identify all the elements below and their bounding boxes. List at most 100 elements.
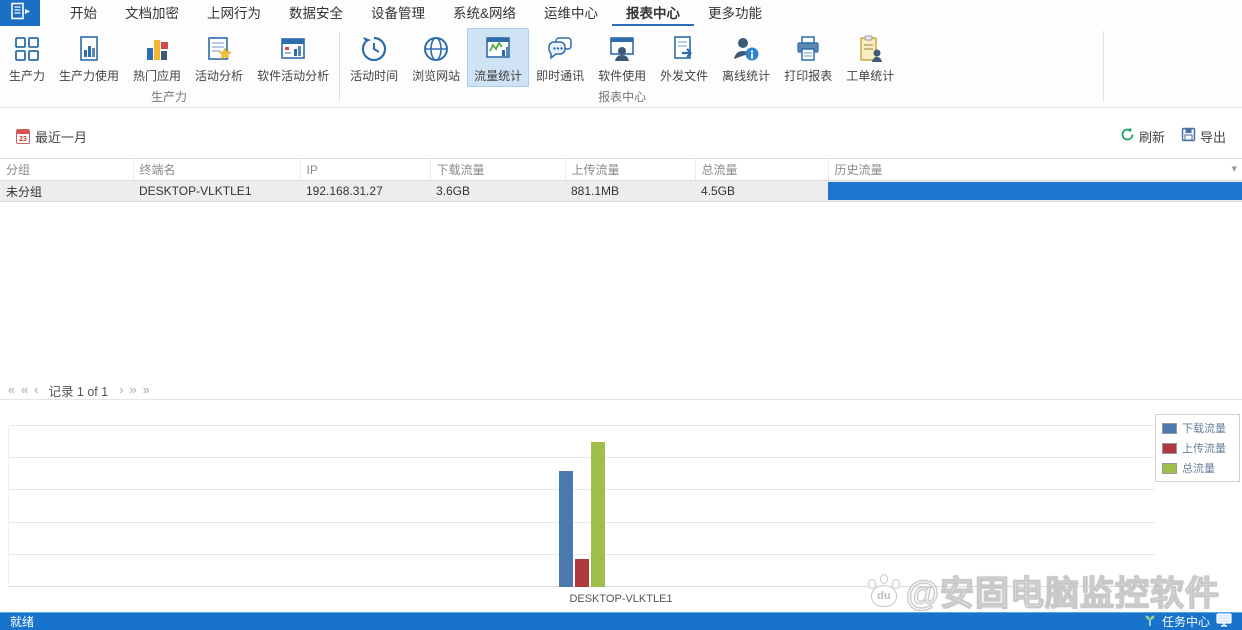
status-bar: 就绪 任务中心	[0, 612, 1242, 630]
task-center-button[interactable]: 任务中心	[1162, 613, 1210, 630]
pager-last-button[interactable]: »	[143, 383, 150, 397]
ribbon-button-label: 活动时间	[350, 69, 399, 83]
window-user-icon	[607, 32, 637, 66]
record-pager: « ‹‹ ‹ 记录 1 of 1 › ›› »	[0, 381, 1242, 400]
ribbon-button-productivity[interactable]: 生产力	[2, 28, 52, 87]
ribbon-button-label: 软件活动分析	[257, 69, 330, 83]
ribbon-button-label: 即时通讯	[536, 69, 585, 83]
legend-swatch-total	[1162, 462, 1177, 474]
column-header-ip[interactable]: IP	[300, 158, 431, 181]
bar-total	[591, 442, 605, 587]
ribbon-button-label: 离线统计	[722, 69, 771, 83]
x-axis-category-label: DESKTOP-VLKTLE1	[569, 593, 673, 605]
tab-system-network[interactable]: 系统&网络	[439, 0, 530, 26]
traffic-bar-chart: DESKTOP-VLKTLE1 下载流量 上传流量 总流量	[0, 400, 1242, 612]
column-header-total[interactable]: 总流量	[695, 158, 829, 181]
tab-internet-behavior[interactable]: 上网行为	[193, 0, 275, 26]
ribbon-button-activity-analysis[interactable]: 活动分析	[188, 28, 250, 87]
legend-item-total: 总流量	[1162, 460, 1233, 476]
status-ready-label: 就绪	[10, 615, 35, 629]
pager-prev-button[interactable]: ‹	[34, 383, 38, 397]
ribbon-button-label: 流量统计	[474, 69, 523, 83]
column-header-upload[interactable]: 上传流量	[565, 158, 696, 181]
table-row[interactable]: 未分组 DESKTOP-VLKTLE1 192.168.31.27 3.6GB …	[0, 180, 1242, 202]
ribbon-button-label: 软件使用	[598, 69, 647, 83]
ribbon-button-label: 生产力使用	[59, 69, 120, 83]
calendar-icon: 23	[16, 128, 30, 144]
ribbon-button-traffic-stats[interactable]: 流量统计	[467, 28, 530, 87]
cell-total: 4.5GB	[695, 180, 828, 202]
clock-history-icon	[359, 32, 389, 66]
refresh-label: 刷新	[1138, 129, 1165, 145]
bar-download	[559, 471, 573, 587]
monitor-icon[interactable]	[1216, 613, 1232, 630]
globe-icon	[421, 32, 451, 66]
cell-upload: 881.1MB	[565, 180, 695, 202]
tab-data-security[interactable]: 数据安全	[275, 0, 357, 26]
tab-ops-center[interactable]: 运维中心	[530, 0, 612, 26]
bar-chart-icon	[142, 32, 172, 66]
ribbon-button-software-activity-analysis[interactable]: 软件活动分析	[250, 28, 336, 87]
task-center-label: 任务中心	[1161, 615, 1210, 629]
ribbon-button-label: 活动分析	[195, 69, 244, 83]
traffic-chart-icon	[483, 32, 513, 66]
cell-terminal: DESKTOP-VLKTLE1	[133, 180, 300, 202]
column-dropdown-caret-icon[interactable]: ▾	[1231, 162, 1237, 175]
user-info-icon	[731, 32, 761, 66]
column-header-terminal[interactable]: 终端名	[133, 158, 301, 181]
menu-bar: 开始 文档加密 上网行为 数据安全 设备管理 系统&网络 运维中心 报表中心 更…	[0, 0, 1242, 26]
tab-device-management[interactable]: 设备管理	[357, 0, 439, 26]
cell-history	[828, 180, 1242, 202]
window-chart-icon	[278, 32, 308, 66]
ribbon-group-productivity: 生产力 生产力使用 热门应用 活动分析 软件活动分析 生产力	[2, 26, 336, 107]
ribbon-button-print-report[interactable]: 打印报表	[777, 28, 839, 87]
app-menu-icon	[8, 2, 32, 25]
document-arrow-icon	[669, 32, 699, 66]
tab-more-features[interactable]: 更多功能	[694, 0, 776, 26]
pager-next-page-button[interactable]: ››	[129, 383, 136, 397]
pager-first-button[interactable]: «	[8, 383, 15, 397]
grid-icon	[12, 32, 42, 66]
ribbon-button-browse-websites[interactable]: 浏览网站	[405, 28, 467, 87]
ribbon-button-hot-apps[interactable]: 热门应用	[126, 28, 188, 87]
app-menu-button[interactable]	[0, 0, 40, 26]
pager-next-button[interactable]: ›	[119, 383, 123, 397]
legend-swatch-upload	[1162, 442, 1177, 454]
ribbon-button-label: 打印报表	[784, 69, 833, 83]
ribbon-button-productivity-usage[interactable]: 生产力使用	[52, 28, 126, 87]
column-header-group[interactable]: 分组	[0, 158, 134, 181]
date-range-filter[interactable]: 23 最近一月	[16, 127, 87, 146]
column-header-download[interactable]: 下载流量	[430, 158, 566, 181]
tab-doc-encryption[interactable]: 文档加密	[111, 0, 193, 26]
pager-record-label: 记录 1 of 1	[48, 384, 109, 399]
app-window: 开始 文档加密 上网行为 数据安全 设备管理 系统&网络 运维中心 报表中心 更…	[0, 0, 1242, 630]
export-button[interactable]: 导出	[1181, 127, 1226, 146]
table-header-row: 分组 终端名 IP 下载流量 上传流量 总流量 历史流量 ▾	[0, 158, 1242, 181]
date-range-label: 最近一月	[35, 129, 88, 145]
plant-icon	[1144, 613, 1156, 630]
legend-item-upload: 上传流量	[1162, 440, 1233, 456]
ribbon-button-software-usage[interactable]: 软件使用	[591, 28, 653, 87]
tab-report-center[interactable]: 报表中心	[612, 0, 695, 26]
legend-swatch-download	[1162, 422, 1177, 434]
ribbon-button-instant-messaging[interactable]: 即时通讯	[529, 28, 591, 87]
ribbon-button-offline-stats[interactable]: 离线统计	[715, 28, 777, 87]
ribbon-button-activity-time[interactable]: 活动时间	[343, 28, 405, 87]
ribbon-button-work-order-stats[interactable]: 工单统计	[839, 28, 901, 87]
cell-ip: 192.168.31.27	[300, 180, 430, 202]
tab-start[interactable]: 开始	[56, 0, 111, 26]
report-toolbar: 23 最近一月 刷新 导出	[0, 116, 1242, 156]
ribbon-button-label: 热门应用	[133, 69, 182, 83]
ribbon-group-label: 生产力	[151, 90, 188, 104]
history-bar	[828, 182, 1242, 200]
refresh-button[interactable]: 刷新	[1120, 127, 1165, 146]
column-header-history[interactable]: 历史流量 ▾	[828, 158, 1242, 181]
chat-bubbles-icon	[545, 32, 575, 66]
cell-download: 3.6GB	[430, 180, 565, 202]
ribbon-button-outgoing-files[interactable]: 外发文件	[653, 28, 715, 87]
chart-plot	[8, 425, 1155, 587]
menu-tabs: 开始 文档加密 上网行为 数据安全 设备管理 系统&网络 运维中心 报表中心 更…	[56, 0, 776, 26]
document-star-icon	[204, 32, 234, 66]
pager-prev-page-button[interactable]: ‹‹	[21, 383, 28, 397]
bar-upload	[575, 559, 589, 587]
